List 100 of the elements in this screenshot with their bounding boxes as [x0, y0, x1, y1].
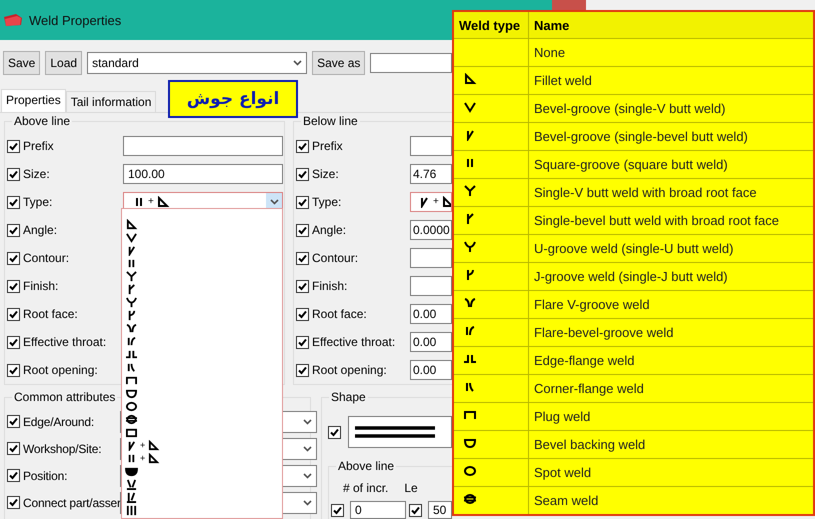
caret-icon: [303, 500, 312, 506]
checkbox[interactable]: [7, 469, 20, 482]
text-field[interactable]: [410, 276, 452, 296]
weld-symbol-icon: [463, 101, 477, 113]
group-title: Above line: [336, 459, 396, 473]
check-icon: [8, 308, 19, 320]
text-field[interactable]: 0.00: [410, 332, 452, 352]
list-item[interactable]: +: [122, 439, 282, 452]
toolbar-button[interactable]: Load: [45, 51, 82, 75]
group-title: Shape: [329, 390, 368, 404]
checkbox[interactable]: [296, 252, 309, 264]
checkbox[interactable]: [7, 308, 20, 320]
column-label: Le: [404, 481, 418, 495]
field-label: Type:: [312, 195, 342, 209]
checkbox[interactable]: [7, 364, 20, 376]
text-field[interactable]: 0: [350, 501, 406, 519]
checkbox[interactable]: [331, 504, 344, 516]
checkbox[interactable]: [296, 196, 309, 208]
preset-dropdown[interactable]: standard: [87, 52, 308, 74]
check-icon: [8, 168, 19, 180]
caret-icon: [293, 60, 302, 66]
weld-symbol-icon: [125, 232, 138, 243]
weld-symbol-icon: [156, 196, 170, 208]
type-dropdown[interactable]: +: [410, 192, 452, 212]
check-icon: [8, 416, 19, 427]
weld-symbol-icon: [125, 479, 138, 490]
weld-symbol-icon: [463, 409, 477, 421]
toolbar-button[interactable]: Save: [3, 51, 40, 75]
weld-symbol-icon: [125, 492, 138, 503]
column-header: Name: [528, 11, 814, 38]
checkbox[interactable]: [296, 224, 309, 236]
column-label: # of incr.: [343, 481, 388, 495]
check-icon: [8, 224, 19, 236]
field-label: Effective throat:: [23, 335, 108, 349]
text-field[interactable]: 4.76: [410, 164, 452, 184]
field-label: Contour:: [23, 251, 70, 265]
field-label: Size:: [312, 167, 340, 181]
double-line-icon: [353, 426, 437, 438]
text-field[interactable]: 0.0000: [410, 220, 452, 240]
check-icon: [297, 224, 308, 236]
tab[interactable]: Properties: [1, 89, 66, 112]
field-label: Root opening:: [312, 363, 388, 377]
checkbox[interactable]: [7, 336, 20, 348]
checkbox[interactable]: [7, 224, 20, 236]
caret-icon: [303, 472, 312, 478]
field-label: Root face:: [312, 307, 368, 321]
checkbox[interactable]: [7, 196, 20, 208]
check-icon: [297, 364, 308, 376]
text-field[interactable]: 0.00: [410, 304, 452, 324]
checkbox[interactable]: [7, 415, 20, 428]
field-label: Prefix: [312, 139, 344, 153]
plus-sign: +: [433, 196, 439, 208]
check-icon: [8, 336, 19, 348]
checkbox[interactable]: [296, 308, 309, 320]
check-icon: [297, 140, 308, 152]
checkbox[interactable]: [7, 496, 20, 509]
field-label: Type:: [23, 195, 54, 209]
text-field[interactable]: 50: [428, 501, 452, 519]
weld-symbol-icon: [125, 336, 138, 347]
app-logo-icon: [3, 13, 23, 27]
checkbox[interactable]: [7, 168, 20, 180]
check-icon: [8, 470, 19, 481]
list-item[interactable]: +: [122, 452, 282, 465]
caret-icon: [303, 446, 312, 452]
text-field[interactable]: 100.00: [123, 164, 283, 184]
checkbox[interactable]: [296, 280, 309, 292]
check-icon: [8, 140, 19, 152]
checkbox[interactable]: [296, 168, 309, 180]
checkbox[interactable]: [296, 364, 309, 376]
checkbox[interactable]: [296, 336, 309, 348]
check-icon: [297, 252, 308, 264]
text-field[interactable]: [123, 136, 283, 156]
weld-symbol-icon: [125, 297, 138, 308]
weld-symbol-icon: [125, 414, 138, 425]
shape-dropdown[interactable]: [348, 416, 452, 448]
field-label: Edge/Around:: [23, 414, 94, 428]
text-field[interactable]: [410, 248, 452, 268]
check-icon: [297, 196, 308, 208]
tab[interactable]: Tail information: [66, 91, 156, 112]
check-icon: [332, 504, 343, 516]
weld-symbol-icon: [463, 437, 477, 449]
checkbox[interactable]: [296, 140, 309, 152]
check-icon: [8, 280, 19, 292]
name-field[interactable]: [370, 53, 452, 73]
text-field[interactable]: [410, 136, 452, 156]
weld-symbol-icon: [125, 323, 138, 334]
save-as-button[interactable]: Save as: [312, 51, 366, 75]
checkbox[interactable]: [7, 252, 20, 264]
check-icon: [410, 504, 421, 516]
checkbox[interactable]: [7, 140, 20, 152]
check-icon: [329, 426, 340, 438]
text-field[interactable]: 0.00: [410, 360, 452, 380]
caret-icon: [270, 199, 278, 205]
checkbox[interactable]: [328, 426, 341, 438]
check-icon: [297, 336, 308, 348]
check-icon: [8, 364, 19, 376]
checkbox[interactable]: [409, 504, 422, 516]
check-icon: [8, 196, 19, 208]
checkbox[interactable]: [7, 442, 20, 455]
checkbox[interactable]: [7, 280, 20, 292]
